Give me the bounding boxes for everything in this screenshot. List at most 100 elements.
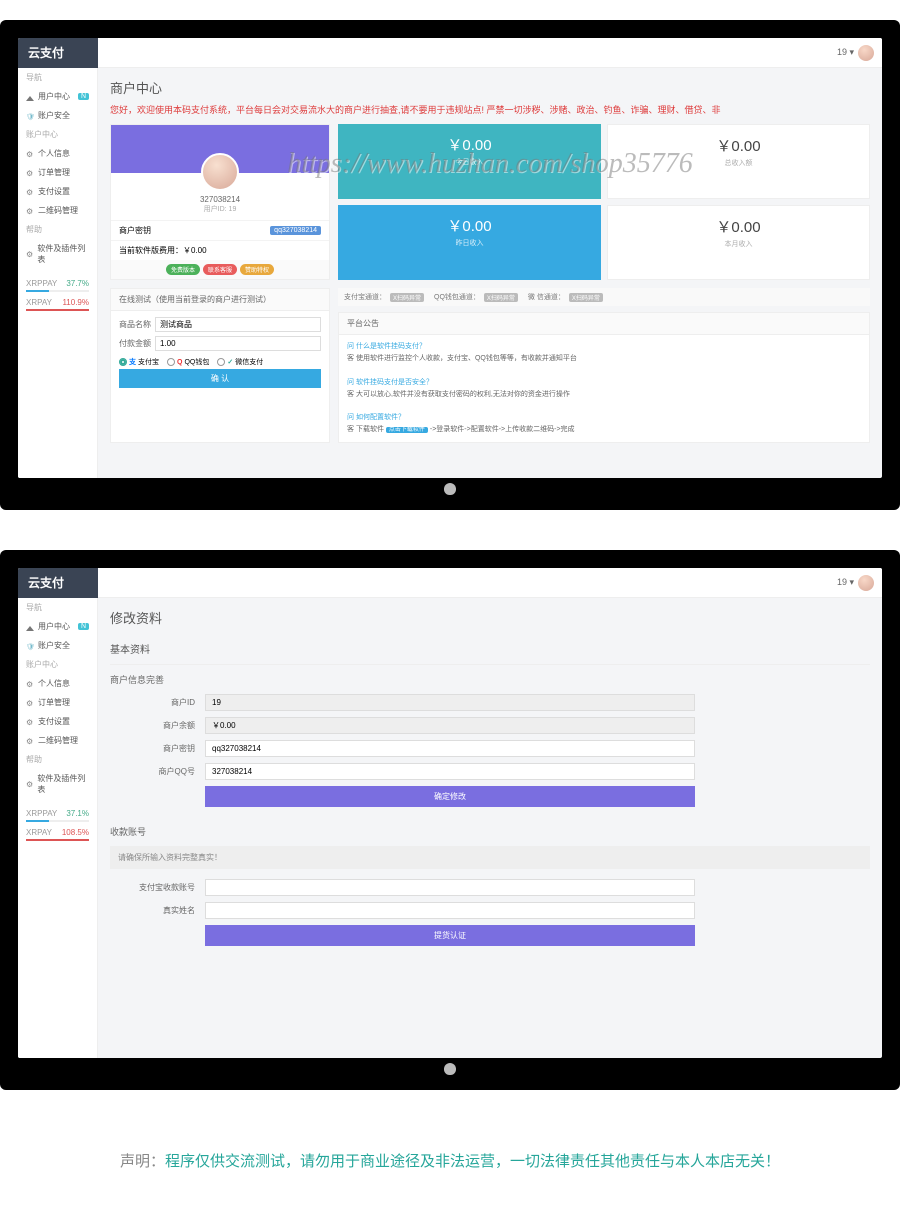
avatar[interactable] xyxy=(858,575,874,591)
merchant-qq-input[interactable] xyxy=(205,763,695,780)
nav-section-title: 导航 xyxy=(18,68,97,87)
amount-input[interactable] xyxy=(155,336,321,351)
sidebar-item-label: 二维码管理 xyxy=(38,205,78,216)
product-name-input[interactable] xyxy=(155,317,321,332)
disclaimer: 声明：程序仅供交流测试，请勿用于商业途径及非法运营，一切法律责任其他责任与本人本… xyxy=(0,1130,900,1191)
merchant-key-tag[interactable]: qq327038214 xyxy=(270,226,321,235)
gear-icon xyxy=(26,718,34,726)
announcement-panel: 平台公告 问 什么是软件挂码支付？ 客 使用软件进行监控个人收款，支付宝、QQ钱… xyxy=(338,312,870,443)
gear-icon xyxy=(26,680,34,688)
merchant-info-heading: 商户信息完善 xyxy=(110,673,870,686)
progress-bar xyxy=(26,820,89,822)
pill-sponsor[interactable]: 赞助特权 xyxy=(240,264,274,275)
sidebar-item-profile[interactable]: 个人信息 xyxy=(18,144,97,163)
sidebar-item-profile[interactable]: 个人信息 xyxy=(18,674,97,693)
faq-q3: 问 如何配置软件？ xyxy=(347,412,861,424)
apple-icon xyxy=(444,483,456,495)
stat-xrpay: XRPAY110.9% xyxy=(18,296,97,309)
merchant-balance-input xyxy=(205,717,695,734)
user-id-dropdown[interactable]: 19 ▾ xyxy=(837,577,854,588)
sidebar-item-security[interactable]: 账户安全 xyxy=(18,106,97,125)
brand-logo: 云支付 xyxy=(18,38,98,68)
submit-modify-button[interactable]: 确定修改 xyxy=(205,786,695,807)
gear-icon xyxy=(26,207,34,215)
sidebar-item-label: 软件及插件列表 xyxy=(37,243,89,265)
radio-wechat[interactable]: ✓微信支付 xyxy=(217,357,263,367)
merchant-qq-label: 商户QQ号 xyxy=(110,766,205,777)
sidebar: 导航 用户中心N 账户安全 账户中心 个人信息 订单管理 支付设置 二维码管理 … xyxy=(18,598,98,1058)
status-badge: X扫码异常 xyxy=(484,293,518,302)
status-badge: X扫码异常 xyxy=(569,293,603,302)
topbar: 云支付 19 ▾ xyxy=(18,568,882,598)
home-icon xyxy=(26,623,34,631)
pill-free[interactable]: 免费版本 xyxy=(166,264,200,275)
badge-new: N xyxy=(78,93,89,100)
merchant-id-label: 商户ID xyxy=(110,697,205,708)
stat-yesterday-income: ￥0.00昨日收入 xyxy=(338,205,601,280)
merchant-key-input[interactable] xyxy=(205,740,695,757)
user-id-dropdown[interactable]: 19 ▾ xyxy=(837,47,854,58)
sidebar-item-qrcode[interactable]: 二维码管理 xyxy=(18,201,97,220)
sidebar-item-label: 个人信息 xyxy=(38,148,70,159)
sidebar-item-payment[interactable]: 支付设置 xyxy=(18,712,97,731)
home-icon xyxy=(26,93,34,101)
sidebar-item-label: 账户安全 xyxy=(38,110,70,121)
sidebar-item-orders[interactable]: 订单管理 xyxy=(18,163,97,182)
sidebar-item-user-center[interactable]: 用户中心 N xyxy=(18,87,97,106)
status-badge: X扫码异常 xyxy=(390,293,424,302)
pill-contact[interactable]: 联系客服 xyxy=(203,264,237,275)
radio-alipay[interactable]: 支支付宝 xyxy=(119,357,159,367)
sidebar-item-payment[interactable]: 支付设置 xyxy=(18,182,97,201)
receiving-account-heading: 收款账号 xyxy=(110,825,870,838)
announcement-header: 平台公告 xyxy=(339,313,869,335)
alipay-account-input[interactable] xyxy=(205,879,695,896)
sidebar-item-plugins[interactable]: 软件及插件列表 xyxy=(18,769,97,799)
gear-icon xyxy=(26,250,33,258)
faq-q2: 问 软件挂码支付是否安全？ xyxy=(347,377,861,389)
alipay-account-label: 支付宝收款账号 xyxy=(110,882,205,893)
stat-xrppay: XRPPAY37.1% xyxy=(18,807,97,820)
nav-section-title: 账户中心 xyxy=(18,125,97,144)
sidebar-item-user-center[interactable]: 用户中心N xyxy=(18,617,97,636)
test-panel: 在线测试（使用当前登录的商户进行测试） 商品名称 付款金额 支支付宝 QQQ钱包… xyxy=(110,288,330,443)
warning-notice: 您好，欢迎使用本码支付系统，平台每日会对交易流水大的商户进行抽查,请不要用于违规… xyxy=(110,103,870,116)
faq-q1: 问 什么是软件挂码支付？ xyxy=(347,341,861,353)
shield-icon xyxy=(26,642,34,650)
progress-bar xyxy=(26,290,89,292)
sidebar-item-security[interactable]: 账户安全 xyxy=(18,636,97,655)
software-fee-row: 当前软件版费用：￥0.00 xyxy=(111,240,329,260)
profile-uid: 用户ID: 19 xyxy=(111,204,329,214)
sidebar-item-plugins[interactable]: 软件及插件列表 xyxy=(18,239,97,269)
download-link[interactable]: 点击下载软件 xyxy=(386,427,428,433)
submit-verify-button[interactable]: 提货认证 xyxy=(205,925,695,946)
avatar[interactable] xyxy=(858,45,874,61)
confirm-button[interactable]: 确 认 xyxy=(119,369,321,388)
gear-icon xyxy=(26,737,34,745)
test-panel-header: 在线测试（使用当前登录的商户进行测试） xyxy=(111,289,329,311)
nav-section-title: 帮助 xyxy=(18,220,97,239)
payment-methods: 支支付宝 QQQ钱包 ✓微信支付 xyxy=(119,355,321,369)
page-title: 修改资料 xyxy=(110,608,870,627)
gear-icon xyxy=(26,188,34,196)
monitor-1: 云支付 19 ▾ 导航 用户中心 N 账户安全 账户中心 个人信息 订单管理 支… xyxy=(0,20,900,510)
badge-new: N xyxy=(78,623,89,630)
progress-bar xyxy=(26,839,89,841)
input-warning-alert: 请确保所输入资料完整真实！ xyxy=(110,846,870,869)
brand-logo: 云支付 xyxy=(18,568,98,598)
sidebar-item-label: 订单管理 xyxy=(38,167,70,178)
gear-icon xyxy=(26,780,33,788)
real-name-input[interactable] xyxy=(205,902,695,919)
gear-icon xyxy=(26,169,34,177)
merchant-key-row: 商户密钥 qq327038214 xyxy=(111,220,329,240)
gear-icon xyxy=(26,699,34,707)
profile-id: 327038214 xyxy=(111,195,329,204)
faq-a1: 客 使用软件进行监控个人收款，支付宝、QQ钱包等等，有收款并通知平台 xyxy=(347,353,861,365)
sidebar: 导航 用户中心 N 账户安全 账户中心 个人信息 订单管理 支付设置 二维码管理… xyxy=(18,68,98,478)
section-basic-info: 基本资料 xyxy=(110,633,870,665)
sidebar-item-orders[interactable]: 订单管理 xyxy=(18,693,97,712)
monitor-2: 云支付 19 ▾ 导航 用户中心N 账户安全 账户中心 个人信息 订单管理 支付… xyxy=(0,550,900,1090)
radio-qq[interactable]: QQQ钱包 xyxy=(167,357,209,367)
apple-icon xyxy=(444,1063,456,1075)
profile-avatar xyxy=(201,153,239,191)
sidebar-item-qrcode[interactable]: 二维码管理 xyxy=(18,731,97,750)
